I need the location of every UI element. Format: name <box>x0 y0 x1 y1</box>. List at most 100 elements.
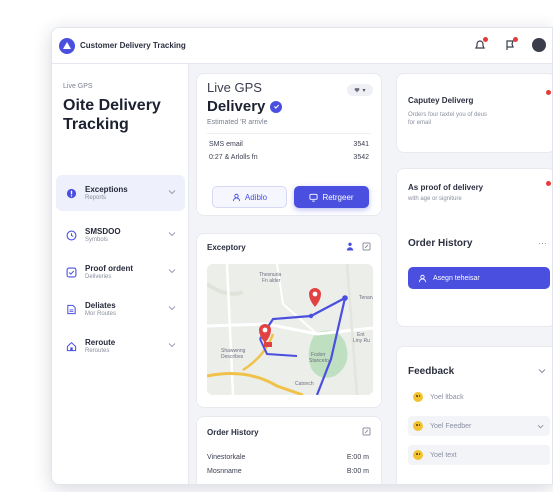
sidebar-item-exceptions[interactable]: Exceptions Reports <box>56 175 185 211</box>
order-history-title: Order History <box>207 428 259 437</box>
live-gps-card: Live GPS Delivery Estimated 'R arrivle ▾… <box>196 73 382 216</box>
monitor-icon <box>309 193 318 202</box>
expand-icon[interactable] <box>362 242 371 251</box>
proof-title: As proof of delivery <box>408 183 484 192</box>
order-history-label: Mosnname <box>207 468 242 475</box>
sidebar-item-reroute[interactable]: Reroute Reroutes <box>56 328 185 364</box>
customer-delivery-card[interactable]: Caputey Deliverg Orders four taxtel you … <box>396 73 552 153</box>
route-map[interactable]: Thesnuria Fn alder Tenarv Fodorr Stancet… <box>207 264 373 395</box>
more-options-icon[interactable]: ··· <box>538 238 547 248</box>
customer-delivery-sub: Orders four taxtel you of deus for email <box>408 112 488 126</box>
sidebar-title: Oite Delivery Tracking <box>63 97 161 133</box>
sidebar-item-label: Deliates <box>85 301 116 310</box>
alert-dot-icon <box>546 90 551 95</box>
smiley-icon <box>413 450 423 460</box>
gps-row-label: 0:27 & Arlolls fn <box>209 154 258 161</box>
clock-icon <box>65 229 77 241</box>
gps-options-chip[interactable]: ▾ <box>347 84 373 96</box>
svg-text:Fn alder: Fn alder <box>262 278 281 284</box>
notification-icon[interactable] <box>472 37 488 53</box>
sidebar-item-label: Reroute <box>85 338 116 347</box>
app-title: Customer Delivery Tracking <box>80 41 186 50</box>
sidebar-item-sub: Reroutes <box>85 348 110 354</box>
chevron-down-icon <box>168 306 176 311</box>
verified-check-icon <box>270 100 283 113</box>
document-icon <box>65 303 77 315</box>
gps-subtitle: Estimated 'R arrivle <box>207 119 268 126</box>
sidebar-item-smsdoo[interactable]: SMSDOO Symbols <box>56 217 185 253</box>
feedback-row-text: Yoel Feedber <box>430 422 472 430</box>
gps-chip-text: ▾ <box>362 87 366 94</box>
home-icon <box>65 340 77 352</box>
sidebar-kicker: Live GPS <box>63 83 93 90</box>
chevron-down-icon <box>168 269 176 274</box>
order-history-card: Order History Vinestorkale E:00 m Mosnna… <box>196 416 382 484</box>
feedback-row-text: Yoel ltback <box>430 393 464 401</box>
smiley-icon <box>413 392 423 402</box>
sidebar-item-sub: Reports <box>85 195 107 201</box>
sidebar-item-sub: Deliveries <box>85 274 112 280</box>
map-title: Exceptory <box>207 243 246 252</box>
order-history-label: Vinestorkale <box>207 454 246 461</box>
smiley-icon <box>413 421 423 431</box>
order-history-value: E:00 m <box>346 454 369 461</box>
sidebar-item-label: Exceptions <box>85 185 128 194</box>
retrgeer-button-label: Retrgeer <box>322 192 354 202</box>
customer-delivery-title: Caputey Deliverg <box>408 96 474 105</box>
sidebar-item-sub: Symbols <box>85 237 109 243</box>
feedback-row-text: Yoel text <box>430 451 457 459</box>
feedback-row[interactable]: Yoel ltback <box>408 387 550 407</box>
sidebar-item-sub: Mor Routes <box>85 311 117 317</box>
alert-flag-icon[interactable] <box>502 37 518 53</box>
feedback-select[interactable]: Yoel Feedber <box>408 416 550 436</box>
order-history-title: Order History <box>408 238 473 249</box>
svg-text:Stanceto: Stanceto <box>309 358 329 364</box>
retrgeer-button[interactable]: Retrgeer <box>294 186 369 208</box>
assign-button[interactable]: Asegn teheisar <box>408 267 550 289</box>
expand-icon[interactable] <box>362 427 371 436</box>
chevron-down-icon <box>168 343 176 348</box>
chevron-down-icon <box>537 424 544 429</box>
heart-icon <box>355 87 360 93</box>
proof-sub: with age or signiture <box>408 196 462 202</box>
feedback-input[interactable]: Yoel text <box>408 445 550 465</box>
chevron-down-icon <box>168 190 176 195</box>
gps-row: 0:27 & Arlolls fn 3542 <box>209 154 369 161</box>
chevron-down-icon <box>168 232 176 237</box>
sidebar: Live GPS Oite Delivery Tracking Exceptio… <box>52 64 189 484</box>
app-window: Customer Delivery Tracking Live GPS Oite… <box>51 27 553 485</box>
adiblo-button-label: Adiblo <box>244 192 268 202</box>
assign-button-label: Asegn teheisar <box>433 274 480 282</box>
svg-text:Describes: Describes <box>221 354 244 360</box>
sidebar-item-label: SMSDOO <box>85 227 121 236</box>
checkbox-icon <box>65 266 77 278</box>
gps-title: Delivery <box>207 98 283 115</box>
gps-row-label: SMS email <box>209 141 243 148</box>
feedback-card: Feedback Yoel ltback Yoel Feedber Yoel t… <box>396 346 552 484</box>
gps-title-text: Delivery <box>207 98 266 115</box>
gps-row-value: 3541 <box>353 141 369 148</box>
alert-dot-icon <box>546 181 551 186</box>
chevron-down-icon[interactable] <box>538 367 546 375</box>
sidebar-item-label: Proof ordent <box>85 264 133 273</box>
order-history-row: Vinestorkale E:00 m <box>207 454 369 461</box>
gps-row-value: 3542 <box>353 154 369 161</box>
svg-text:Catonch: Catonch <box>295 381 314 387</box>
order-history-row: Mosnname B:00 m <box>207 468 369 475</box>
top-bar: Customer Delivery Tracking <box>52 28 552 64</box>
proof-of-delivery-card: As proof of delivery with age or signitu… <box>396 168 552 327</box>
sidebar-item-deliates[interactable]: Deliates Mor Routes <box>56 291 185 327</box>
user-icon <box>232 193 240 201</box>
alert-circle-icon <box>65 187 77 199</box>
user-avatar[interactable] <box>532 38 546 52</box>
order-history-value: B:00 m <box>346 468 369 475</box>
svg-text:Tenarv: Tenarv <box>359 295 373 301</box>
adiblo-button[interactable]: Adiblo <box>212 186 287 208</box>
sidebar-item-proof[interactable]: Proof ordent Deliveries <box>56 254 185 290</box>
gps-row: SMS email 3541 <box>209 141 369 148</box>
person-icon[interactable] <box>346 242 354 251</box>
map-card: Exceptory Thesnuria Fn alder Tenarv Fodo… <box>196 233 382 408</box>
feedback-title: Feedback <box>408 366 455 377</box>
app-logo-icon <box>59 37 75 54</box>
svg-text:Liny Ru: Liny Ru <box>353 338 370 344</box>
